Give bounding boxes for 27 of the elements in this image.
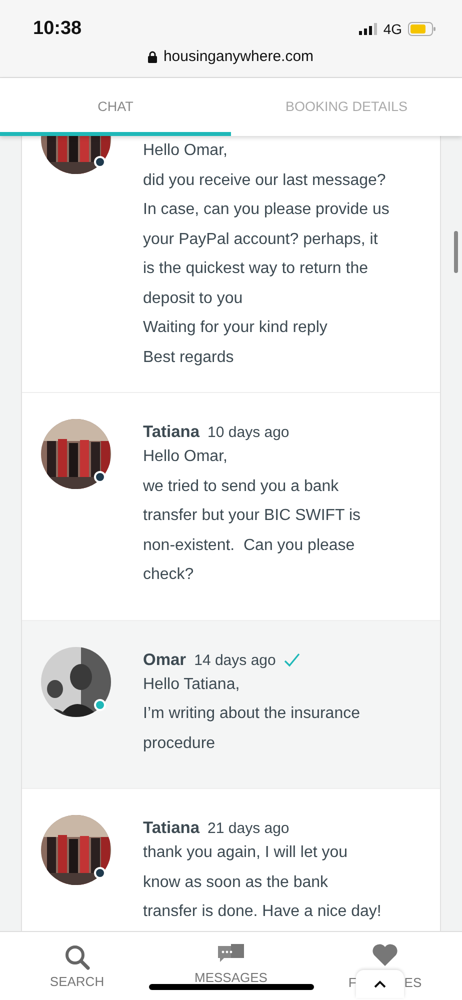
tab[interactable]: BOOKING DETAILS bbox=[231, 78, 462, 136]
sender-name: Tatiana bbox=[143, 819, 200, 838]
nav-label[interactable]: MESSAGES bbox=[194, 970, 268, 985]
message-text: Hello Omar, did you receive our last message? In case, can you please provide us your PayPal account? perhaps, it is the quickest way to return the deposit to you Waiting for your kind reply Best regards bbox=[143, 141, 390, 368]
nav-label[interactable]: SEARCH bbox=[50, 974, 104, 989]
message-text: thank you again, I will let you know as soon as the bank transfer is done. Have a nice day! bbox=[143, 843, 382, 922]
battery-icon bbox=[408, 22, 436, 36]
sender-name: Omar bbox=[143, 650, 186, 670]
search-icon[interactable] bbox=[64, 944, 90, 970]
network-label: 4G bbox=[383, 21, 402, 37]
sender-name: Tatiana bbox=[143, 423, 200, 442]
message-time: 21 days ago bbox=[208, 820, 290, 837]
status-time: 10:38 bbox=[33, 18, 82, 40]
signal-icon bbox=[359, 23, 378, 35]
message-text: Hello Omar, we tried to send you a bank transfer but your BIC SWIFT is non-existent. Can you please check? bbox=[143, 447, 361, 585]
tab[interactable]: CHAT bbox=[0, 78, 231, 136]
message-time: 10 days ago bbox=[208, 424, 290, 441]
scrollbar bbox=[454, 231, 458, 273]
message-time: 14 days ago bbox=[194, 652, 276, 668]
caret-icon bbox=[374, 980, 386, 988]
nav-label[interactable]: F bbox=[348, 975, 356, 990]
nav-label[interactable]: ES bbox=[404, 975, 422, 990]
scroll-up-button[interactable] bbox=[356, 970, 404, 998]
heart-icon[interactable] bbox=[372, 944, 398, 966]
message-text: Hello Tatiana, I’m writing about the insurance procedure bbox=[143, 674, 360, 754]
url-text[interactable]: housinganywhere.com bbox=[163, 48, 314, 65]
lock-icon bbox=[148, 50, 158, 62]
